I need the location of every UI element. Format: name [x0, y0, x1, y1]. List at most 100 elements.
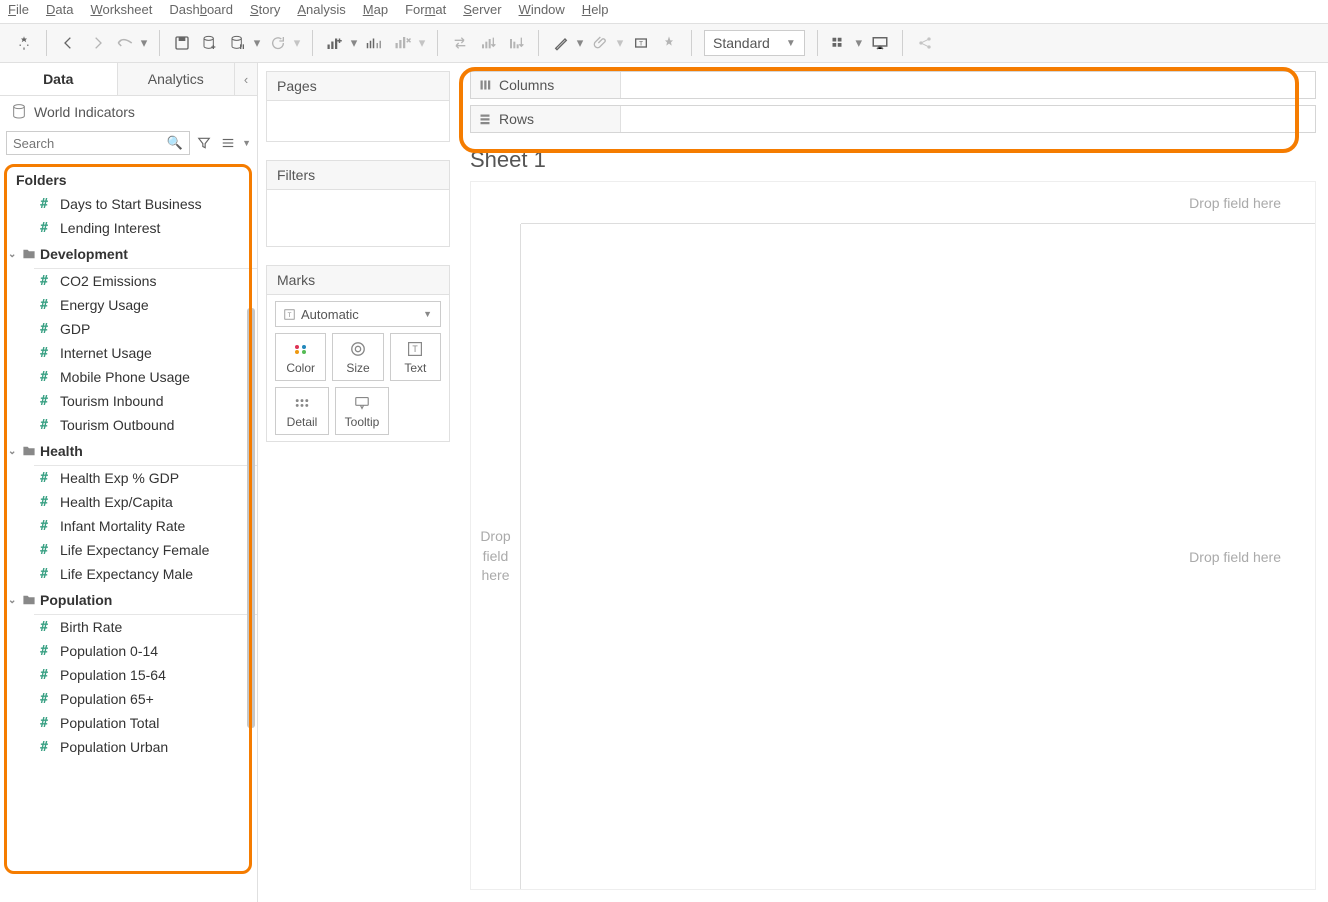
scrollbar[interactable] — [247, 308, 255, 728]
markcell-tooltip[interactable]: Tooltip — [335, 387, 389, 435]
fields-tree[interactable]: Folders#Days to Start Business#Lending I… — [0, 158, 257, 902]
field-row[interactable]: #Population 15-64 — [0, 663, 257, 687]
menu-bar: File Data Worksheet Dashboard Story Analysis M… — [0, 0, 1328, 23]
sort-desc-icon[interactable] — [502, 29, 530, 57]
tableau-logo-icon[interactable] — [10, 29, 38, 57]
filter-icon[interactable] — [194, 133, 214, 153]
cards-column: Pages Filters Marks TAutomatic ▼ Color S… — [258, 63, 458, 902]
folder-health[interactable]: ⌄Health — [0, 437, 257, 465]
field-row[interactable]: #Life Expectancy Female — [0, 538, 257, 562]
clear-sheet-dropdown-icon[interactable]: ▾ — [417, 35, 427, 51]
tab-data[interactable]: Data — [0, 63, 118, 95]
presentation-icon[interactable] — [866, 29, 894, 57]
menu-analysis[interactable]: Analysis — [297, 2, 345, 21]
search-input[interactable]: 🔍 — [6, 131, 190, 155]
field-row[interactable]: #Internet Usage — [0, 341, 257, 365]
field-row[interactable]: #Life Expectancy Male — [0, 562, 257, 586]
markcell-color[interactable]: Color — [275, 333, 326, 381]
menu-format[interactable]: Format — [405, 2, 446, 21]
field-row[interactable]: #Population Total — [0, 711, 257, 735]
mark-type-dropdown[interactable]: TAutomatic ▼ — [275, 301, 441, 327]
collapse-pane-icon[interactable]: ‹ — [235, 63, 257, 95]
menu-dashboard[interactable]: Dashboard — [169, 2, 233, 21]
field-row[interactable]: #Tourism Outbound — [0, 413, 257, 437]
field-row[interactable]: #Energy Usage — [0, 293, 257, 317]
show-me-dropdown-icon[interactable]: ▾ — [854, 35, 864, 51]
sheet-title[interactable]: Sheet 1 — [458, 139, 1328, 177]
clear-sheet-icon[interactable] — [389, 29, 417, 57]
field-row[interactable]: #Lending Interest — [0, 216, 257, 240]
pin-icon[interactable] — [655, 29, 683, 57]
folder-population[interactable]: ⌄Population — [0, 586, 257, 614]
field-row[interactable]: # Population 65+ — [0, 687, 257, 711]
field-row[interactable]: #Population Urban — [0, 735, 257, 759]
attach-dropdown-icon[interactable]: ▾ — [615, 35, 625, 51]
new-worksheet-icon[interactable] — [321, 29, 349, 57]
share-icon[interactable] — [911, 29, 939, 57]
duplicate-sheet-icon[interactable] — [361, 29, 389, 57]
show-me-icon[interactable] — [826, 29, 854, 57]
undo-dropdown-icon[interactable]: ▾ — [139, 35, 149, 51]
new-worksheet-dropdown-icon[interactable]: ▾ — [349, 35, 359, 51]
highlight-icon[interactable] — [547, 29, 575, 57]
view-options-dropdown-icon[interactable]: ▼ — [242, 138, 251, 148]
field-name: Population 0-14 — [60, 643, 158, 659]
markcell-size[interactable]: Size — [332, 333, 383, 381]
menu-story[interactable]: Story — [250, 2, 280, 21]
label-icon[interactable]: T — [627, 29, 655, 57]
fit-dropdown[interactable]: Standard▼ — [704, 30, 805, 56]
folders-header: Folders — [0, 164, 257, 192]
data-pane: Data Analytics ‹ World Indicators 🔍 ▼ Fo… — [0, 63, 258, 902]
tab-analytics[interactable]: Analytics — [118, 63, 236, 95]
menu-data[interactable]: Data — [46, 2, 73, 21]
measure-icon: # — [38, 668, 50, 683]
view-options-icon[interactable] — [218, 133, 238, 153]
swap-icon[interactable] — [446, 29, 474, 57]
field-row[interactable]: #Birth Rate — [0, 615, 257, 639]
folder-development[interactable]: ⌄Development — [0, 240, 257, 268]
filters-card[interactable]: Filters — [266, 160, 450, 247]
field-row[interactable]: #GDP — [0, 317, 257, 341]
tooltip-icon — [354, 393, 370, 413]
field-row[interactable]: #Mobile Phone Usage — [0, 365, 257, 389]
view-canvas[interactable]: Drop field here Dropfieldhere Drop field… — [470, 181, 1316, 890]
field-name: Days to Start Business — [60, 196, 202, 212]
field-row[interactable]: #Days to Start Business — [0, 192, 257, 216]
field-name: Energy Usage — [60, 297, 149, 313]
measure-icon: # — [38, 692, 50, 707]
main-view: Columns Rows Sheet 1 Drop field here Dro… — [458, 63, 1328, 902]
field-row[interactable]: #Infant Mortality Rate — [0, 514, 257, 538]
forward-icon[interactable] — [83, 29, 111, 57]
back-icon[interactable] — [55, 29, 83, 57]
field-row[interactable]: #Health Exp/Capita — [0, 490, 257, 514]
field-name: CO2 Emissions — [60, 273, 156, 289]
menu-file[interactable]: File — [8, 2, 29, 21]
pages-card[interactable]: Pages — [266, 71, 450, 142]
menu-map[interactable]: Map — [363, 2, 388, 21]
pause-dropdown-icon[interactable]: ▾ — [252, 35, 262, 51]
undo-icon[interactable] — [111, 29, 139, 57]
menu-window[interactable]: Window — [519, 2, 565, 21]
markcell-detail[interactable]: Detail — [275, 387, 329, 435]
attach-icon[interactable] — [587, 29, 615, 57]
datasource-row[interactable]: World Indicators — [0, 96, 257, 128]
refresh-dropdown-icon[interactable]: ▾ — [292, 35, 302, 51]
pause-updates-icon[interactable] — [224, 29, 252, 57]
menu-server[interactable]: Server — [463, 2, 501, 21]
field-name: Life Expectancy Female — [60, 542, 209, 558]
save-icon[interactable] — [168, 29, 196, 57]
field-row[interactable]: #Health Exp % GDP — [0, 466, 257, 490]
refresh-icon[interactable] — [264, 29, 292, 57]
field-row[interactable]: #Population 0-14 — [0, 639, 257, 663]
new-datasource-icon[interactable] — [196, 29, 224, 57]
columns-shelf[interactable]: Columns — [470, 71, 1316, 99]
field-name: Population 65+ — [60, 691, 154, 707]
highlight-dropdown-icon[interactable]: ▾ — [575, 35, 585, 51]
field-row[interactable]: #CO2 Emissions — [0, 269, 257, 293]
rows-shelf[interactable]: Rows — [470, 105, 1316, 133]
field-row[interactable]: #Tourism Inbound — [0, 389, 257, 413]
sort-asc-icon[interactable] — [474, 29, 502, 57]
menu-help[interactable]: Help — [582, 2, 609, 21]
menu-worksheet[interactable]: Worksheet — [90, 2, 152, 21]
markcell-text[interactable]: TText — [390, 333, 441, 381]
